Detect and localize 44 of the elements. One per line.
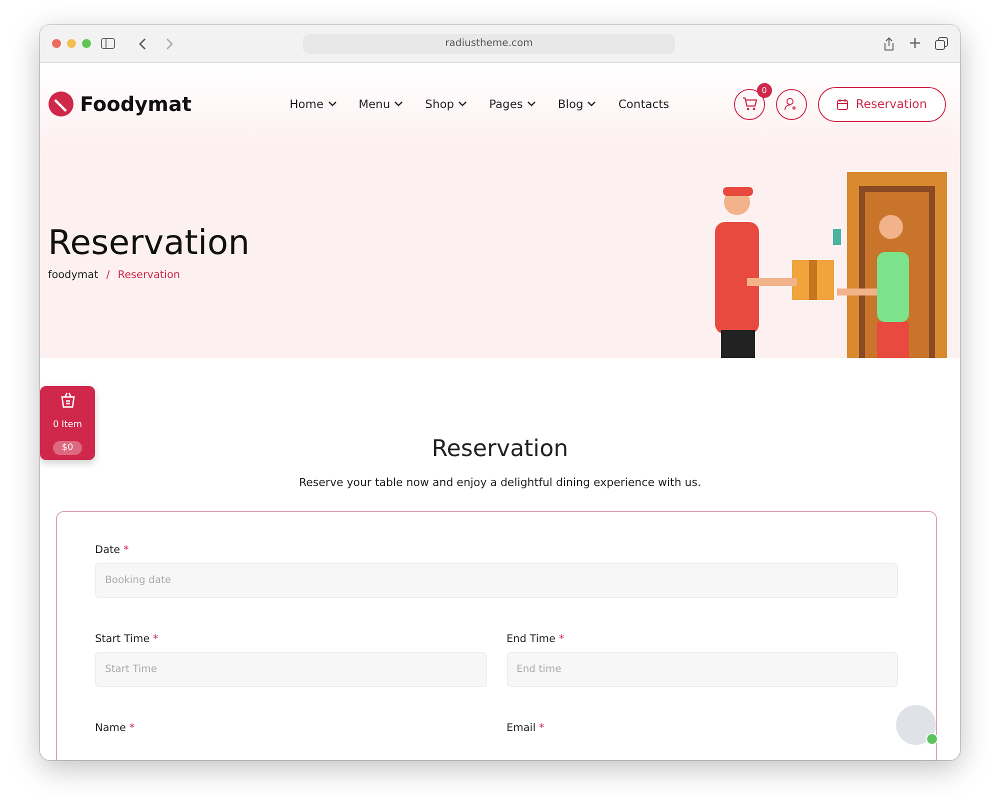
reservation-button[interactable]: Reservation: [818, 86, 946, 122]
field-label: End Time *: [506, 633, 566, 645]
field-label: Name *: [95, 722, 136, 734]
calendar-icon: [836, 98, 848, 110]
field-label: Email *: [506, 722, 546, 734]
input-field[interactable]: Start Time: [95, 652, 486, 687]
mini-cart-panel[interactable]: 0 Item $0: [40, 386, 95, 460]
chevron-down-icon: [587, 101, 596, 107]
address-bar[interactable]: radiustheme.com: [303, 34, 675, 54]
chevron-down-icon: [526, 101, 536, 107]
nav-link[interactable]: Shop: [425, 97, 468, 111]
item-count: 0 Item: [52, 420, 82, 430]
chevron-down-icon: [394, 101, 404, 107]
nav-link[interactable]: Home: [290, 97, 337, 111]
tabs-icon[interactable]: [935, 36, 948, 50]
nav-link[interactable]: Menu: [358, 97, 404, 111]
logo-text[interactable]: Foodymat: [80, 92, 192, 116]
cart-total: $0: [52, 440, 82, 455]
nav-link[interactable]: Blog: [558, 97, 596, 111]
input-field[interactable]: End time: [506, 652, 898, 687]
plus-icon[interactable]: [909, 36, 921, 48]
share-icon[interactable]: [883, 36, 895, 50]
user-add-icon: [784, 97, 798, 111]
back-icon[interactable]: [139, 38, 147, 50]
cart-icon: [742, 97, 757, 111]
breadcrumb-separator: /: [106, 268, 110, 280]
breadcrumb-link[interactable]: foodymat: [48, 268, 98, 280]
chevron-down-icon: [328, 101, 337, 107]
account-button[interactable]: [776, 88, 807, 120]
cart-count-badge: 0: [756, 82, 772, 98]
page-title: Reservation: [48, 222, 250, 262]
breadcrumb-current: Reservation: [118, 268, 180, 280]
nav-link[interactable]: Contacts: [618, 97, 670, 111]
section-subtitle: Reserve your table now and enjoy a delightful dining experience with us.: [298, 476, 702, 489]
field-label: Date *: [95, 544, 130, 556]
field-label: Start Time *: [95, 633, 160, 645]
logo-icon: [48, 91, 74, 117]
chevron-down-icon: [458, 101, 468, 107]
window-controls-icon[interactable]: [52, 39, 91, 48]
sidebar-icon[interactable]: [101, 38, 115, 49]
section-title: Reservation: [432, 436, 568, 462]
input-field[interactable]: Booking date: [95, 563, 898, 598]
nav-link[interactable]: Pages: [489, 97, 536, 111]
basket-icon: [58, 391, 76, 410]
